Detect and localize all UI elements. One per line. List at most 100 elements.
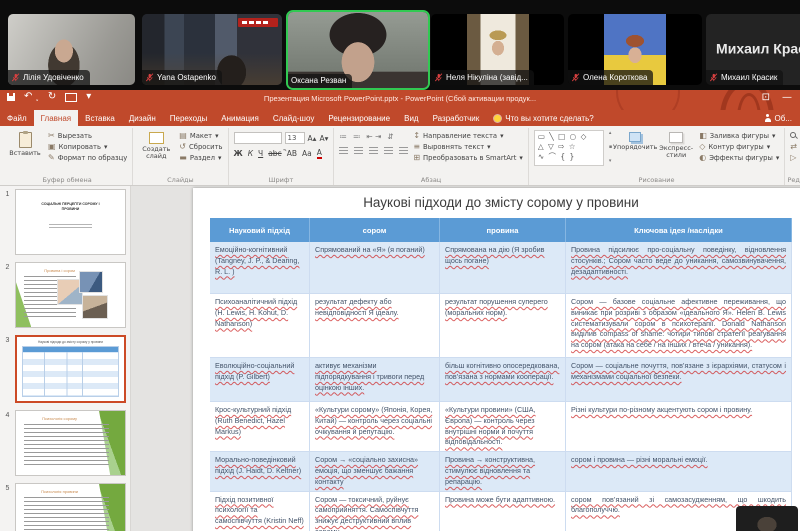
table-cell[interactable]: Провина підсилює про-соціальну поведінку… (566, 242, 792, 294)
tab-developer[interactable]: Разработчик (426, 110, 487, 126)
table-cell[interactable]: результат дефекту або невідповідності Я … (310, 294, 440, 358)
tab-transitions[interactable]: Переходы (163, 110, 215, 126)
table-cell[interactable]: результат порушення суперего (моральних … (440, 294, 566, 358)
font-color-button[interactable]: А (317, 149, 322, 159)
align-left-icon[interactable] (339, 147, 348, 154)
slide-thumbnail-2[interactable]: Провина і сором (15, 262, 126, 328)
shapes-gallery-scrollbar[interactable]: ▴▪▾ (609, 130, 612, 164)
table-cell[interactable]: Сором — токсичний, руйнує самоприйняття.… (310, 492, 440, 531)
table-cell[interactable]: більш когнітивно опосередкована, пов’яза… (440, 358, 566, 402)
shape-fill-button[interactable]: ◧Заливка фигуры ▾ (699, 132, 779, 140)
replace-button[interactable]: ⇄Заменить ▾ (790, 143, 800, 151)
smartart-button[interactable]: ⊞Преобразовать в SmartArt ▾ (413, 154, 522, 162)
section-button[interactable]: ▬Раздел ▾ (179, 154, 222, 162)
shrink-font-icon[interactable]: А▾ (319, 134, 328, 143)
tab-animations[interactable]: Анимация (214, 110, 266, 126)
new-slide-button[interactable]: Создать слайд (138, 130, 174, 160)
table-cell[interactable]: активує механізми підпорядкування і трив… (310, 358, 440, 402)
table-cell[interactable]: Сором — соціальне почуття, пов’язане з і… (566, 358, 792, 402)
table-cell[interactable]: Сором — базове соціальне афективне переж… (566, 294, 792, 358)
shape-effects-button[interactable]: ◐Эффекты фигуры ▾ (699, 154, 779, 162)
slide-thumbnail-3-selected[interactable]: Наукові підходи до змісту сорому у прови… (15, 335, 126, 403)
table-cell[interactable]: Провина може бути адаптивною. (440, 492, 566, 531)
copy-button[interactable]: ▣Копировать ▾ (48, 143, 127, 151)
table-cell[interactable]: Спрямований на «Я» (я поганий) (310, 242, 440, 294)
numbering-icon[interactable]: ≕ (353, 132, 361, 141)
account-signin[interactable]: Об... (764, 110, 800, 126)
slide-title[interactable]: Наукові підходи до змісту сорому у прови… (210, 195, 792, 210)
tab-slideshow[interactable]: Слайд-шоу (266, 110, 321, 126)
change-case-button[interactable]: Аа (302, 149, 312, 158)
slide-thumbnail-4[interactable]: Психологія сорому (15, 410, 126, 476)
tab-file[interactable]: Файл (0, 110, 34, 126)
slide-table[interactable]: Науковий підхід сором провина Ключова ід… (210, 218, 792, 531)
tab-home[interactable]: Главная (34, 110, 78, 126)
participant-tile-active-speaker[interactable]: Оксана Резван (286, 10, 430, 90)
table-cell[interactable]: Провина → конструктивна, стимулює віднов… (440, 452, 566, 491)
customize-qat-icon[interactable]: ▾ (86, 92, 91, 102)
arrange-button[interactable]: Упорядочить (617, 130, 653, 151)
font-name-box[interactable] (234, 132, 282, 144)
tab-insert[interactable]: Вставка (78, 110, 122, 126)
format-painter-button[interactable]: ✎Формат по образцу (48, 154, 127, 162)
cut-button[interactable]: ✂Вырезать (48, 132, 127, 140)
table-cell[interactable]: Емоційно-когнітивний (Tangney, J. P., & … (210, 242, 310, 294)
quick-styles-button[interactable]: Экспресс- стили (658, 130, 694, 159)
justify-icon[interactable] (384, 147, 393, 154)
layout-button[interactable]: ▤Макет ▾ (179, 132, 222, 140)
tab-review[interactable]: Рецензирование (321, 110, 397, 126)
paste-button[interactable]: Вставить (7, 130, 43, 157)
table-cell[interactable]: Різні культури по-різному акцентують сор… (566, 402, 792, 452)
grow-font-icon[interactable]: А▴ (308, 134, 317, 143)
select-button[interactable]: ▷Выделить ▾ (790, 154, 800, 162)
table-cell[interactable]: Спрямована на дію (Я зробив щось погане) (440, 242, 566, 294)
underline-button[interactable]: Ч (258, 149, 263, 158)
bullets-icon[interactable]: ≔ (339, 132, 347, 141)
participant-tile[interactable]: Неля Нікуліна (завід... (431, 14, 564, 85)
undo-icon[interactable]: ↶ ˯ (24, 92, 39, 102)
columns-icon[interactable] (399, 147, 408, 154)
find-button[interactable]: Найти (790, 132, 800, 140)
bold-button[interactable]: Ж (234, 149, 243, 158)
title-bar[interactable]: ↶ ˯ ↻ ▾ Презентация Microsoft PowerPoint… (0, 90, 800, 110)
table-cell[interactable]: Морально-поведінковий підхід (J. Haidt, … (210, 452, 310, 491)
tab-view[interactable]: Вид (397, 110, 425, 126)
reset-button[interactable]: ↺Сбросить (179, 143, 222, 151)
save-icon[interactable] (7, 93, 15, 101)
align-right-icon[interactable] (369, 147, 378, 154)
font-size-box[interactable]: 13 (285, 132, 305, 144)
redo-icon[interactable]: ↻ (48, 92, 56, 102)
shape-outline-button[interactable]: ◇Контур фигуры ▾ (699, 143, 779, 151)
participant-tile[interactable]: Yana Ostapenko (142, 14, 282, 85)
minimize-icon[interactable]: — (782, 92, 792, 103)
slide-thumbnail-5[interactable]: Психологія провини (15, 483, 126, 531)
character-spacing-button[interactable]: ᷆АВ (287, 149, 297, 158)
floating-video-overlay[interactable] (736, 506, 798, 531)
table-cell[interactable]: Крос-культурний підхід (Ruth Benedict, H… (210, 402, 310, 452)
strikethrough-button[interactable]: abc (268, 149, 281, 158)
align-text-button[interactable]: ≡Выровнять текст ▾ (413, 143, 522, 151)
tab-design[interactable]: Дизайн (122, 110, 163, 126)
table-cell[interactable]: «Культури провини» (США, Європа) — контр… (440, 402, 566, 452)
slide-thumbnail-1[interactable]: СОЦІАЛЬНІ ПЕРЦЕПТИ СОРОМУ І ПРОВИНИ (15, 189, 126, 255)
slide-thumbnail-panel[interactable]: 1 СОЦІАЛЬНІ ПЕРЦЕПТИ СОРОМУ І ПРОВИНИ 2 … (0, 186, 131, 531)
start-slideshow-icon[interactable] (65, 93, 77, 102)
align-center-icon[interactable] (354, 147, 363, 154)
current-slide[interactable]: Наукові підходи до змісту сорому у прови… (193, 188, 800, 531)
participant-tile-camera-off[interactable]: Михаил Крас Михаил Красик (706, 14, 800, 85)
participant-tile[interactable]: Лілія Удовіченко (8, 14, 135, 85)
participant-tile[interactable]: Олена Короткова (568, 14, 702, 85)
table-cell[interactable]: Психоаналітичний підхід (H. Lewis, H. Ko… (210, 294, 310, 358)
shapes-gallery[interactable]: ▭ ╲ □ ○ ◇ △ ▽ ⇨ ☆ ∿ ⌒ { } (534, 130, 604, 166)
italic-button[interactable]: К (248, 149, 253, 158)
table-cell[interactable]: Підхід позитивної психології та самоспів… (210, 492, 310, 531)
table-cell[interactable]: «Культури сорому» (Японія, Корея, Китай)… (310, 402, 440, 452)
ribbon-display-options-icon[interactable]: ⊡ (762, 92, 770, 103)
table-cell[interactable]: Еволюційно-соціальний підхід (P. Gilbert… (210, 358, 310, 402)
indent-icons[interactable]: ⇤ ⇥ (366, 132, 381, 141)
line-spacing-icon[interactable]: ⇵ (387, 132, 393, 141)
table-cell[interactable]: сором і провина — різні моральні емоції. (566, 452, 792, 491)
tell-me-box[interactable]: Что вы хотите сделать? (486, 110, 601, 126)
text-direction-button[interactable]: ↕Направление текста ▾ (413, 132, 522, 140)
table-cell[interactable]: Сором → «соціально захисна» емоція, що з… (310, 452, 440, 491)
